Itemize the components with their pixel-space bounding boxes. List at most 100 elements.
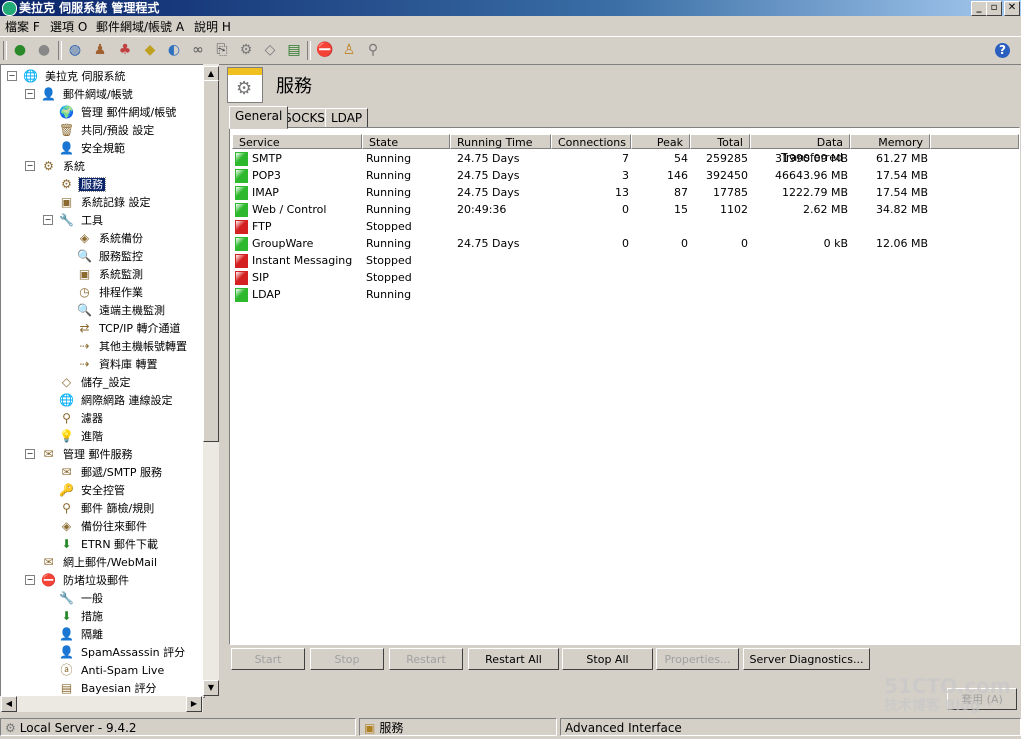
tree-expander[interactable]: −	[25, 449, 35, 459]
table-row[interactable]: SIP Stopped	[230, 269, 1019, 286]
tree-expander[interactable]: −	[25, 89, 35, 99]
network-icon[interactable]: ⚙	[237, 41, 255, 59]
disconnect-icon[interactable]: ●	[35, 41, 53, 59]
tree-item[interactable]: ⚲ 郵件 篩檢/規則	[59, 499, 156, 516]
stop-button[interactable]: Stop	[310, 648, 384, 670]
tree-item[interactable]: ◈ 備份往來郵件	[59, 517, 149, 534]
table-row[interactable]: GroupWare Running 24.75 Days 0 0 0 0 kB 12.06 M…	[230, 235, 1019, 252]
tree-item[interactable]: ⬇ ETRN 郵件下載	[59, 535, 160, 552]
tree-item[interactable]: ⓐ Anti-Spam Live	[59, 661, 166, 678]
tree-item[interactable]: ▣ 系統監測	[77, 265, 145, 282]
table-row[interactable]: FTP Stopped	[230, 218, 1019, 235]
scroll-thumb[interactable]	[203, 80, 219, 442]
cell-memory: 12.06 MB	[875, 237, 928, 250]
tree-item[interactable]: ◷ 排程作業	[77, 283, 145, 300]
tree-expander[interactable]: −	[7, 71, 17, 81]
tree-expander[interactable]: −	[43, 215, 53, 225]
disk-icon[interactable]: ◇	[261, 41, 279, 59]
restart-button[interactable]: Restart	[389, 648, 463, 670]
table-row[interactable]: IMAP Running 24.75 Days 13 87 17785 1222.79 MB…	[230, 184, 1019, 201]
group-icon[interactable]: ♣	[116, 41, 134, 59]
table-row[interactable]: LDAP Running	[230, 286, 1019, 303]
tree-item[interactable]: 👤 郵件網域/帳號	[41, 85, 135, 102]
tree-item[interactable]: ▣ 系統記錄 設定	[59, 193, 153, 210]
close-button[interactable]: ✕	[1004, 1, 1020, 16]
user-icon[interactable]: ♟	[91, 41, 109, 59]
menu-domains-accounts[interactable]: 郵件網域/帳號 A	[96, 18, 184, 35]
tree-item[interactable]: ⇢ 資料庫 轉置	[77, 355, 160, 372]
mail-globe-icon[interactable]: ◐	[165, 41, 183, 59]
column-header-data-transferred[interactable]: Data Transferred	[750, 134, 850, 164]
tree-item[interactable]: 🔍 服務監控	[77, 247, 145, 264]
scroll-right-button[interactable]: ▶	[186, 696, 202, 712]
table-row[interactable]: POP3 Running 24.75 Days 3 146 392450 46643.96 …	[230, 167, 1019, 184]
stop-all-button[interactable]: Stop All	[562, 648, 653, 670]
menu-options[interactable]: 選項 O	[50, 18, 87, 35]
tree-item[interactable]: 🌍 管理 郵件網域/帳號	[59, 103, 178, 120]
table-row[interactable]: Web / Control Running 20:49:36 0 15 1102 2.62 …	[230, 201, 1019, 218]
restart-all-button[interactable]: Restart All	[468, 648, 559, 670]
properties-button[interactable]: Properties...	[656, 648, 739, 670]
tree-item[interactable]: 🗑 共同/預設 設定	[59, 121, 156, 138]
tree-item[interactable]: 👤 SpamAssassin 評分	[59, 643, 187, 660]
column-header-memory[interactable]: Memory	[850, 134, 930, 149]
tree-item[interactable]: ⛔ 防堵垃圾郵件	[41, 571, 131, 588]
menu-help[interactable]: 說明 H	[194, 18, 231, 35]
column-header-running-time[interactable]: Running Time	[450, 134, 551, 149]
services-table[interactable]: Service State Running Time Connections P…	[229, 127, 1020, 645]
column-header-service[interactable]: Service	[232, 134, 362, 149]
column-header-total[interactable]: Total	[690, 134, 750, 149]
column-header-state[interactable]: State	[362, 134, 450, 149]
tree-item[interactable]: 🔑 安全控管	[59, 481, 127, 498]
minimize-button[interactable]: _	[971, 1, 987, 16]
cell-state: Running	[366, 152, 412, 165]
menu-file[interactable]: 檔案 F	[5, 18, 40, 35]
tree-item[interactable]: ⚙ 服務	[59, 175, 106, 192]
tree-item[interactable]: 🌐 美拉克 伺服系統	[23, 67, 128, 84]
scroll-down-button[interactable]: ▼	[203, 680, 219, 696]
tree-item[interactable]: 🌐 網際網路 連線設定	[59, 391, 175, 408]
backup-icon[interactable]: ▤	[285, 41, 303, 59]
tree-item[interactable]: ◈ 系統備份	[77, 229, 145, 246]
start-button[interactable]: Start	[231, 648, 305, 670]
tree-item[interactable]: 🔍 遠端主機監測	[77, 301, 167, 318]
help-icon[interactable]: ?	[995, 43, 1010, 58]
maximize-button[interactable]: ▫	[986, 1, 1002, 16]
user-icon[interactable]: ♙	[340, 41, 358, 59]
tree-item[interactable]: 🔧 一般	[59, 589, 105, 606]
search-icon[interactable]: ⚲	[364, 41, 382, 59]
column-header-peak[interactable]: Peak	[631, 134, 690, 149]
connect-icon[interactable]: ●	[11, 41, 29, 59]
server-diagnostics-button[interactable]: Server Diagnostics...	[743, 648, 870, 670]
tree-horizontal-scrollbar[interactable]: ◀ ▶	[0, 696, 203, 712]
column-header-connections[interactable]: Connections	[551, 134, 631, 149]
tree-expander[interactable]: −	[25, 161, 35, 171]
table-row[interactable]: SMTP Running 24.75 Days 7 54 259285 31990.09 M…	[230, 150, 1019, 167]
tree-item[interactable]: ⇄ TCP/IP 轉介通道	[77, 319, 182, 336]
tree-item[interactable]: ✉ 郵遞/SMTP 服務	[59, 463, 164, 480]
tree-item[interactable]: 👤 安全規範	[59, 139, 127, 156]
tree-item[interactable]: ⚲ 濾器	[59, 409, 105, 426]
tree-item[interactable]: 💡 進階	[59, 427, 105, 444]
tab-general[interactable]: General	[229, 106, 289, 129]
tree-item[interactable]: ✉ 網上郵件/WebMail	[41, 553, 159, 570]
scroll-left-button[interactable]: ◀	[1, 696, 17, 712]
no-entry-icon[interactable]: ⛔	[316, 41, 334, 59]
link-icon[interactable]: ∞	[189, 41, 207, 59]
tree-item[interactable]: 🔧 工具	[59, 211, 105, 228]
tree-item[interactable]: ⚙ 系統	[41, 157, 87, 174]
tree-item[interactable]: ⬇ 措施	[59, 607, 105, 624]
tree-item[interactable]: ◇ 儲存_設定	[59, 373, 133, 390]
tab-ldap[interactable]: LDAP	[325, 108, 369, 129]
navigation-tree[interactable]: − 🌐 美拉克 伺服系統 − 👤 郵件網域/帳號 🌍 管理 郵件網域/帳號 🗑 共同/預設 設定 👤…	[0, 64, 205, 698]
tree-item[interactable]: ▤ Bayesian 評分	[59, 679, 159, 696]
tree-vertical-scrollbar[interactable]: ▲ ▼	[203, 64, 219, 696]
table-row[interactable]: Instant Messaging Stopped	[230, 252, 1019, 269]
globe-icon[interactable]: ◍	[66, 41, 84, 59]
envelope-icon[interactable]: ◆	[141, 41, 159, 59]
tree-item[interactable]: ✉ 管理 郵件服務	[41, 445, 135, 462]
tree-expander[interactable]: −	[25, 575, 35, 585]
import-icon[interactable]: ⎘	[213, 41, 231, 59]
tree-item[interactable]: ⇢ 其他主機帳號轉置	[77, 337, 189, 354]
tree-item[interactable]: 👤 隔離	[59, 625, 105, 642]
